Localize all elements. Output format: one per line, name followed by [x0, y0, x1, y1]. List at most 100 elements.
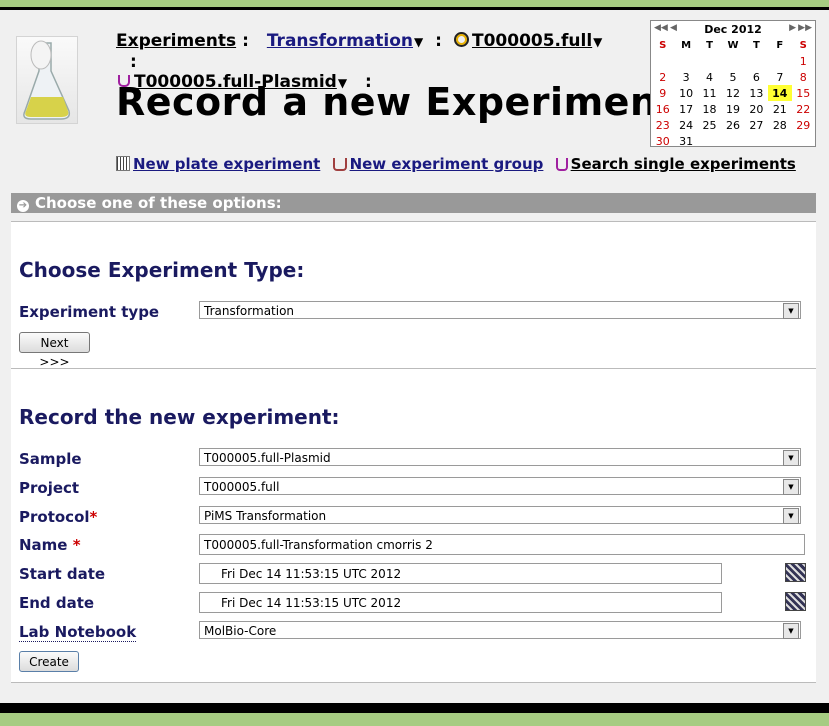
- calendar-day-cell[interactable]: 25: [698, 117, 721, 133]
- section-divider: [11, 368, 816, 369]
- dropdown-triangle-icon[interactable]: ▼: [414, 35, 423, 49]
- calendar-day-cell[interactable]: 5: [721, 69, 744, 85]
- calendar-day-cell[interactable]: 15: [792, 85, 815, 101]
- calendar-day-cell[interactable]: 18: [698, 101, 721, 117]
- name-input[interactable]: T000005.full-Transformation cmorris 2: [199, 534, 805, 555]
- calendar-day-cell[interactable]: 26: [721, 117, 744, 133]
- calendar-empty-cell: [768, 53, 791, 69]
- calendar-day-cell[interactable]: 20: [745, 101, 768, 117]
- calendar-day-cell[interactable]: 27: [745, 117, 768, 133]
- sample-value: T000005.full-Plasmid: [204, 451, 331, 465]
- dropdown-triangle-icon[interactable]: ▼: [593, 35, 602, 49]
- calendar-day-cell[interactable]: 2: [651, 69, 674, 85]
- sample-select[interactable]: T000005.full-Plasmid ▼: [199, 448, 801, 466]
- start-date-label: Start date: [19, 565, 106, 583]
- breadcrumb-separator: :: [435, 31, 442, 51]
- project-select[interactable]: T000005.full ▼: [199, 477, 801, 495]
- lab-flask-logo: [16, 36, 78, 124]
- quick-link-search[interactable]: Search single experiments: [555, 155, 796, 173]
- protocol-label-text: Protocol: [19, 508, 90, 526]
- calendar-day-header: T: [752, 39, 760, 51]
- calendar-day-cell[interactable]: 28: [768, 117, 791, 133]
- calendar-day-cell[interactable]: 16: [651, 101, 674, 117]
- calendar-week-row: 2345678: [651, 69, 815, 85]
- calendar-header: ◀◀ ◀ Dec 2012 ▶ ▶▶: [651, 21, 815, 37]
- search-single-experiments-link[interactable]: Search single experiments: [571, 155, 796, 173]
- calendar-week-row: 9 10 11 12 13 14 15: [651, 85, 815, 101]
- plate-icon: [116, 156, 130, 171]
- next-month-icon[interactable]: ▶: [789, 23, 796, 33]
- required-marker: *: [72, 536, 81, 554]
- calendar-week-row: 1: [651, 53, 815, 69]
- calendar-day-cell[interactable]: 6: [745, 69, 768, 85]
- calendar-day-cell[interactable]: 3: [674, 69, 697, 85]
- calendar-day-cell[interactable]: 19: [721, 101, 744, 117]
- calendar-day-cell[interactable]: 10: [674, 85, 697, 101]
- breadcrumb-separator: :: [130, 52, 137, 72]
- project-label: Project: [19, 479, 80, 497]
- breadcrumb-experiments-link[interactable]: Experiments: [116, 31, 236, 51]
- chevron-down-icon[interactable]: ▼: [783, 303, 799, 319]
- quick-links: New plate experiment New experiment grou…: [116, 155, 803, 173]
- target-ring-icon: [453, 32, 469, 47]
- calendar-empty-cell: [745, 53, 768, 69]
- chevron-down-icon[interactable]: ▼: [783, 623, 799, 639]
- calendar-week-row: 16 17 18 19 20 21 22: [651, 101, 815, 117]
- start-date-input[interactable]: Fri Dec 14 11:53:15 UTC 2012: [199, 563, 722, 584]
- calendar-day-cell[interactable]: 17: [674, 101, 697, 117]
- calendar-day-header: S: [799, 39, 807, 51]
- next-year-icon[interactable]: ▶▶: [798, 23, 812, 33]
- calendar-day-cell[interactable]: 1: [792, 53, 815, 69]
- end-date-input[interactable]: Fri Dec 14 11:53:15 UTC 2012: [199, 592, 722, 613]
- chevron-down-icon[interactable]: ▼: [783, 450, 799, 466]
- calendar-day-cell[interactable]: 30: [651, 133, 674, 149]
- breadcrumb-separator: :: [242, 31, 249, 51]
- calendar-day-cell[interactable]: 14: [768, 85, 792, 101]
- protocol-select[interactable]: PiMS Transformation ▼: [199, 506, 801, 524]
- main-form-panel: Choose Experiment Type: Experiment type …: [11, 221, 816, 683]
- calendar-day-cell[interactable]: 22: [792, 101, 815, 117]
- experiment-type-value: Transformation: [204, 304, 295, 318]
- new-plate-experiment-link[interactable]: New plate experiment: [133, 155, 320, 173]
- calendar-day-cell[interactable]: 21: [768, 101, 791, 117]
- quick-link-new-plate[interactable]: New plate experiment: [116, 155, 320, 173]
- lab-notebook-select[interactable]: MolBio-Core ▼: [199, 621, 801, 639]
- options-header-text: Choose one of these options:: [35, 194, 282, 212]
- chevron-down-icon[interactable]: ▼: [783, 508, 799, 524]
- calendar-week-row: 23 24 25 26 27 28 29: [651, 117, 815, 133]
- chevron-down-icon[interactable]: ▼: [783, 479, 799, 495]
- create-button[interactable]: Create: [19, 651, 79, 672]
- calendar-day-cell[interactable]: 9: [651, 85, 674, 101]
- calendar-day-cell[interactable]: 7: [768, 69, 791, 85]
- breadcrumb-transformation-link[interactable]: Transformation: [267, 31, 413, 51]
- calendar-day-cell[interactable]: 24: [674, 117, 697, 133]
- mini-calendar: ◀◀ ◀ Dec 2012 ▶ ▶▶ S M T W T F S 1 2 3 4 5 6 7 8 9 10 11 1…: [650, 20, 816, 149]
- calendar-grid: S M T W T F S 1 2 3 4 5 6 7 8 9 10 11 12 13 14 15 16 17 18 19 20 21…: [651, 37, 815, 149]
- top-accent-band: [0, 0, 829, 7]
- tube-group-icon: [332, 158, 347, 171]
- end-date-calendar-icon[interactable]: [785, 592, 806, 611]
- calendar-day-cell[interactable]: 8: [792, 69, 815, 85]
- sample-label: Sample: [19, 450, 82, 468]
- calendar-day-cell[interactable]: 4: [698, 69, 721, 85]
- calendar-day-cell[interactable]: 23: [651, 117, 674, 133]
- calendar-day-cell[interactable]: 11: [698, 85, 721, 101]
- calendar-empty-cell: [792, 133, 815, 149]
- breadcrumb-t000005-full-link[interactable]: T000005.full: [472, 31, 592, 51]
- calendar-empty-cell: [721, 53, 744, 69]
- calendar-day-cell[interactable]: 31: [674, 133, 697, 149]
- quick-link-new-group[interactable]: New experiment group: [332, 155, 544, 173]
- choose-type-heading: Choose Experiment Type:: [19, 258, 305, 282]
- calendar-day-cell[interactable]: 13: [745, 85, 768, 101]
- calendar-empty-cell: [698, 133, 721, 149]
- calendar-day-cell[interactable]: 29: [792, 117, 815, 133]
- next-button[interactable]: Next >>>: [19, 332, 90, 369]
- bottom-accent-band: [0, 713, 829, 726]
- protocol-label: Protocol*: [19, 508, 97, 526]
- new-experiment-group-link[interactable]: New experiment group: [350, 155, 544, 173]
- experiment-type-select[interactable]: Transformation ▼: [199, 301, 801, 319]
- protocol-value: PiMS Transformation: [204, 509, 327, 523]
- start-date-calendar-icon[interactable]: [785, 563, 806, 582]
- calendar-day-cell[interactable]: 12: [721, 85, 744, 101]
- calendar-week-row: 30 31: [651, 133, 815, 149]
